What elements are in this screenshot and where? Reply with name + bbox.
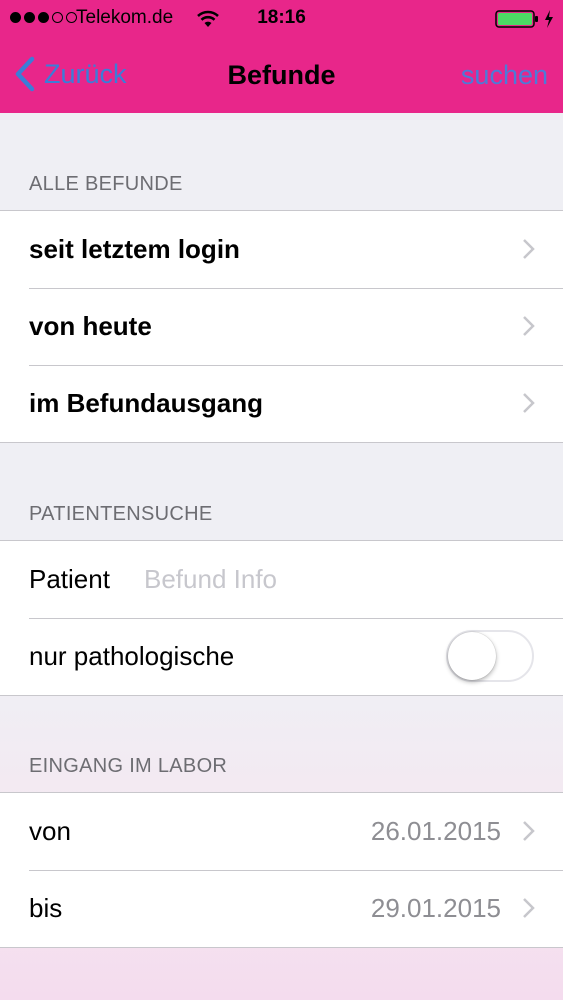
toggle-knob [448,632,496,680]
navigation-bar: Zurück Befunde suchen [0,38,563,113]
patient-field-row: Patient Befund Info [0,541,563,618]
section-header-patientensuche: PATIENTENSUCHE [29,503,213,525]
list-item-label: im Befundausgang [29,388,264,418]
list-item-seit-letztem-login[interactable]: seit letztem login [0,211,563,288]
toggle-label: nur pathologische [29,641,235,671]
patient-label: Patient [29,564,110,594]
eingang-group: von 26.01.2015 bis 29.01.2015 [0,792,563,948]
patientensuche-group: Patient Befund Info nur pathologische [0,540,563,696]
list-item-von-heute[interactable]: von heute [0,288,563,365]
battery-icon [495,10,538,28]
chevron-right-icon [523,316,535,336]
chevron-right-icon [523,239,535,259]
nur-pathologische-toggle[interactable] [446,630,534,682]
date-value: 29.01.2015 [370,893,501,923]
chevron-right-icon [523,898,535,918]
chevron-right-icon [523,393,535,413]
section-header-alle-befunde: ALLE BEFUNDE [29,173,183,195]
charging-bolt-icon [545,10,553,28]
list-item-von-date[interactable]: von 26.01.2015 [0,793,563,870]
patient-search-input[interactable]: Befund Info [144,564,277,595]
clock: 18:16 [257,7,306,28]
list-item-bis-date[interactable]: bis 29.01.2015 [0,870,563,947]
list-item-im-befundausgang[interactable]: im Befundausgang [0,365,563,442]
list-item-label: seit letztem login [29,234,240,264]
alle-befunde-group: seit letztem login von heute im Befundau… [0,210,563,443]
pathologische-toggle-row: nur pathologische [0,618,563,695]
status-bar: Telekom.de 18:16 [0,0,563,38]
header: Telekom.de 18:16 Zurück Befunde suchen [0,0,563,113]
list-item-label: von [29,816,71,846]
list-item-label: bis [29,893,63,923]
list-item-label: von heute [29,311,152,341]
section-header-eingang-im-labor: EINGANG IM LABOR [29,755,228,777]
search-button[interactable]: suchen [461,60,548,91]
chevron-right-icon [523,821,535,841]
date-value: 26.01.2015 [370,816,501,846]
